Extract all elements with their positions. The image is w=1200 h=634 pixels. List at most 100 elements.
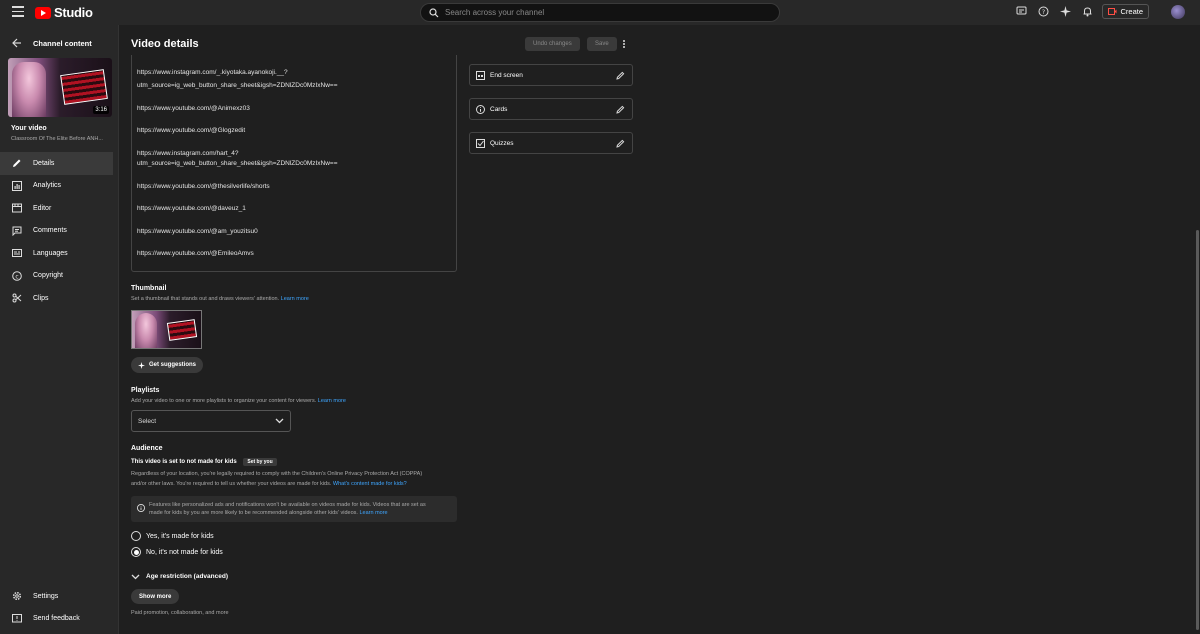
playlists-learn-more-link[interactable]: Learn more [318,398,346,404]
quizzes-label: Quizzes [490,139,514,147]
arrow-left-icon [12,38,21,48]
playlists-title: Playlists [131,387,160,394]
thumbnail-subtitle: Set a thumbnail that stands out and draw… [131,296,309,302]
info-learn-more-link[interactable]: Learn more [359,510,387,516]
cards-card[interactable]: Cards [469,98,633,120]
radio-button-selected[interactable] [131,547,141,557]
create-button[interactable]: Create [1102,4,1149,19]
cards-label: Cards [490,105,508,113]
messages-icon[interactable] [1014,5,1028,19]
chevron-down-icon [275,418,284,424]
info-text-2-row: made for kids by you are more likely to … [149,509,451,517]
quizzes-card[interactable]: Quizzes [469,132,633,154]
description-line: utm_source=ig_web_button_share_sheet&igs… [137,82,338,89]
pencil-icon [11,158,23,168]
show-more-caption: Paid promotion, collaboration, and more [131,610,229,616]
languages-icon [11,248,23,258]
coppa-text-1: Regardless of your location, you're lega… [131,471,423,477]
sparkle-icon [138,361,145,369]
thumbnail-subtitle-text: Set a thumbnail that stands out and draw… [131,296,280,302]
radio-button[interactable] [131,531,141,541]
sidebar-item-feedback[interactable]: Send feedback [0,608,119,631]
search-bar[interactable] [420,3,780,22]
sidebar-item-languages[interactable]: Languages [0,242,119,265]
svg-text:?: ? [1042,8,1045,16]
menu-icon[interactable] [12,6,24,18]
thumbnail-learn-more-link[interactable]: Learn more [281,296,309,302]
radio-no-label: No, it's not made for kids [146,548,223,556]
coppa-text-2-body: and/or other laws. You're required to te… [131,481,332,487]
description-line: https://www.youtube.com/@Animexz03 [137,105,250,112]
video-thumbnail[interactable]: 3:16 [8,58,112,117]
sidebar-item-analytics[interactable]: Analytics [0,175,119,198]
undo-changes-button[interactable]: Undo changes [525,37,580,51]
search-icon [429,7,439,17]
radio-not-made-for-kids[interactable]: No, it's not made for kids [131,547,223,557]
sidebar-item-copyright[interactable]: c Copyright [0,265,119,288]
sidebar-item-settings[interactable]: Settings [0,585,119,608]
made-for-kids-link[interactable]: What's content made for kids? [333,481,407,487]
quiz-icon [476,138,486,148]
audience-status-text: This video is set to not made for kids [131,459,237,465]
sidebar-item-label: Analytics [33,182,62,190]
more-options-icon[interactable] [620,38,628,50]
sidebar-item-label: Settings [33,592,59,600]
chevron-down-icon [131,574,140,579]
radio-made-for-kids[interactable]: Yes, it's made for kids [131,531,214,541]
edit-pencil-icon[interactable] [616,105,626,114]
show-more-button[interactable]: Show more [131,589,180,604]
sidebar-item-label: Details [33,159,55,167]
end-screen-icon [476,70,486,80]
selected-thumbnail[interactable] [131,310,202,349]
sidebar-item-comments[interactable]: Comments [0,220,119,243]
channel-content-back[interactable]: Channel content [11,38,92,48]
page-title: Video details [131,38,199,50]
top-bar: Studio ? Create [0,0,1200,25]
thumbnail-graphic [60,69,108,105]
svg-text:c: c [15,273,18,280]
notifications-icon[interactable] [1080,5,1094,19]
description-line: utm_source=ig_web_button_share_sheet&igs… [137,160,338,167]
sidebar-item-editor[interactable]: Editor [0,197,119,220]
info-text-1: Features like personalized ads and notif… [149,502,426,508]
sidebar-item-label: Send feedback [33,615,80,623]
search-input[interactable] [445,8,745,17]
info-text-2: made for kids by you are more likely to … [149,510,358,516]
age-restriction-toggle[interactable]: Age restriction (advanced) [131,573,228,580]
save-button[interactable]: Save [587,37,617,51]
account-avatar[interactable] [1171,4,1185,19]
gear-icon [11,591,23,601]
scissors-icon [11,293,23,303]
sidebar-item-clips[interactable]: Clips [0,287,119,310]
thumbnail-title: Thumbnail [131,285,167,292]
video-camera-icon [1108,8,1117,15]
video-duration: 3:16 [93,106,109,114]
sidebar-header: Channel content [33,38,92,48]
description-line: https://www.instagram.com/_.kiyotaka.aya… [137,69,288,76]
studio-logo[interactable]: Studio [35,5,93,20]
playlist-select-value: Select [138,417,157,425]
edit-pencil-icon[interactable] [616,71,626,80]
radio-yes-label: Yes, it's made for kids [146,532,214,540]
sidebar-bottom: Settings Send feedback [0,585,119,630]
sidebar-nav: Details Analytics Editor Comments Langua… [0,152,119,310]
playlist-select[interactable]: Select [131,410,291,432]
info-icon [137,504,145,515]
help-icon[interactable]: ? [1036,5,1050,19]
description-line: https://www.instagram.com/hart_4? [137,150,239,157]
sidebar-item-label: Editor [33,204,52,212]
edit-pencil-icon[interactable] [616,139,626,148]
copyright-icon: c [11,270,23,281]
description-field[interactable]: https://www.instagram.com/_.kiyotaka.aya… [131,55,457,272]
get-suggestions-button[interactable]: Get suggestions [131,357,204,373]
description-line: https://www.youtube.com/@Glogzedit [137,127,246,134]
end-screen-card[interactable]: End screen [469,64,633,86]
get-suggestions-label: Get suggestions [149,362,197,368]
sidebar-item-details[interactable]: Details [0,152,113,175]
description-line: https://www.youtube.com/@thesilverlife/s… [137,183,270,190]
analytics-icon [11,180,23,191]
sparkle-icon[interactable] [1058,5,1072,19]
thumbnail-character [12,62,46,117]
end-screen-label: End screen [490,71,523,79]
scrollbar[interactable] [1196,230,1199,630]
